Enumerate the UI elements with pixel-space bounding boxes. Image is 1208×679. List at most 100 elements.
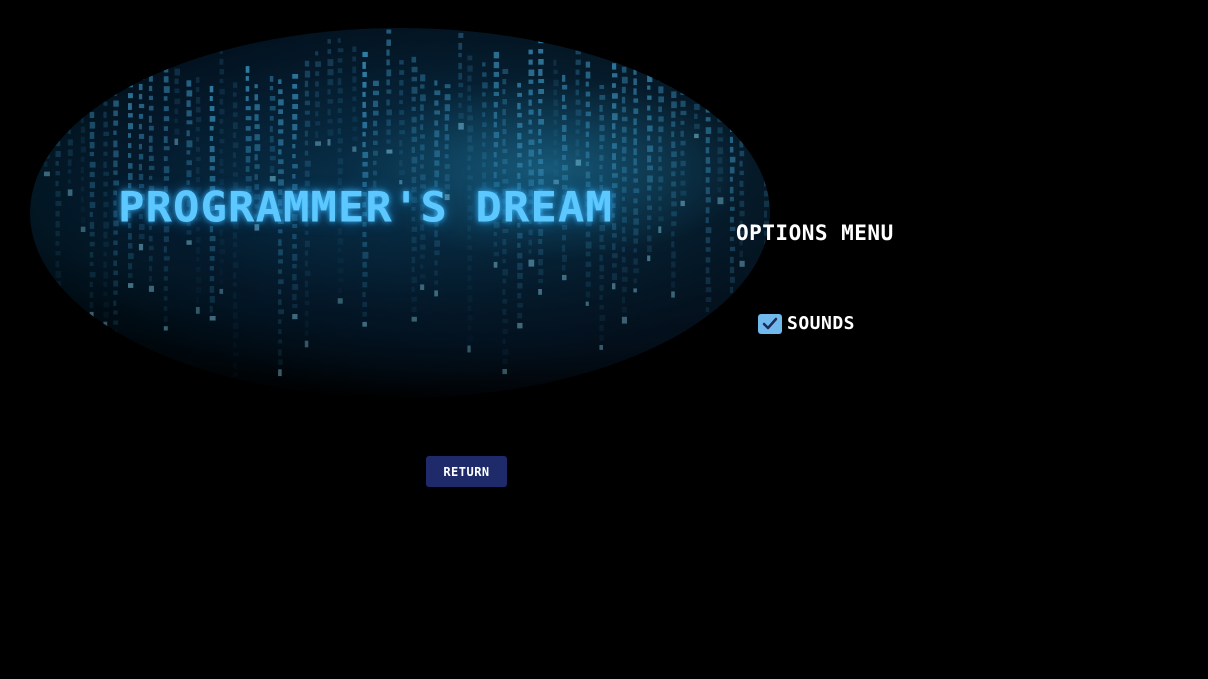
code-rain-glyph <box>729 236 734 242</box>
code-rain-glyph <box>89 151 94 157</box>
code-rain-glyph <box>621 216 627 223</box>
code-rain-glyph <box>739 70 745 76</box>
code-rain-glyph <box>113 130 117 135</box>
sounds-option[interactable]: SOUNDS <box>758 313 855 334</box>
code-rain-glyph <box>209 176 216 182</box>
code-rain-glyph <box>362 151 369 158</box>
code-rain-glyph <box>89 101 96 108</box>
code-rain-glyph <box>585 301 589 306</box>
code-rain-glyph <box>327 79 334 86</box>
sounds-checkbox[interactable] <box>758 313 782 334</box>
code-rain-glyph <box>44 141 48 146</box>
code-rain-glyph <box>113 300 117 306</box>
code-rain-glyph <box>502 119 506 126</box>
code-rain-glyph <box>562 114 567 121</box>
code-rain-glyph <box>444 144 449 150</box>
code-rain-glyph <box>278 359 283 365</box>
code-rain-glyph <box>399 160 403 167</box>
code-rain-glyph <box>411 286 415 292</box>
code-rain-glyph <box>67 59 71 65</box>
code-rain-glyph <box>67 119 74 125</box>
code-rain-glyph <box>717 127 723 134</box>
code-rain-glyph <box>89 161 96 168</box>
code-rain-glyph <box>278 289 282 295</box>
code-rain-glyph <box>599 325 604 332</box>
code-rain-glyph <box>103 171 109 176</box>
code-rain-glyph <box>195 147 201 152</box>
code-rain-glyph <box>729 256 734 264</box>
code-rain-glyph <box>411 106 416 111</box>
code-rain-glyph <box>304 140 309 146</box>
code-rain-glyph <box>621 256 626 263</box>
code-rain-glyph <box>633 188 640 194</box>
code-rain-glyph <box>292 294 297 301</box>
code-rain-glyph <box>694 53 698 60</box>
code-rain-glyph <box>103 181 108 187</box>
code-rain-glyph <box>195 77 200 83</box>
code-rain-glyph <box>163 136 168 143</box>
code-rain-glyph <box>292 284 299 290</box>
code-rain-glyph <box>671 121 676 127</box>
return-button[interactable]: RETURN <box>426 456 507 487</box>
code-rain-glyph <box>269 166 275 173</box>
code-rain-glyph <box>209 146 215 153</box>
code-rain-glyph <box>209 136 214 141</box>
code-rain-glyph <box>269 126 273 132</box>
code-rain-glyph <box>292 234 297 240</box>
code-rain-glyph <box>304 160 311 167</box>
code-rain-glyph <box>647 155 652 163</box>
code-rain-glyph <box>138 73 145 80</box>
code-rain-glyph <box>575 29 582 37</box>
code-rain-glyph <box>458 92 463 98</box>
code-rain-glyph <box>55 81 61 86</box>
code-rain-glyph <box>278 119 284 126</box>
code-rain-glyph <box>386 149 393 154</box>
code-rain-glyph <box>753 41 757 47</box>
code-rain-glyph <box>528 89 533 96</box>
code-rain-glyph <box>729 96 735 104</box>
code-rain-glyph <box>254 94 258 101</box>
code-rain-glyph <box>671 111 676 118</box>
code-rain-glyph <box>113 240 118 245</box>
code-rain-glyph <box>292 74 299 79</box>
code-rain-glyph <box>304 170 310 177</box>
code-rain-glyph <box>538 289 542 295</box>
code-rain-glyph <box>528 109 534 115</box>
code-rain-glyph <box>562 244 566 252</box>
code-rain-glyph <box>493 231 497 236</box>
code-rain-glyph <box>113 260 117 267</box>
code-rain-glyph <box>163 96 168 101</box>
code-rain-glyph <box>585 171 591 179</box>
code-rain-glyph <box>103 121 108 128</box>
code-rain-glyph <box>44 111 49 117</box>
code-rain-glyph <box>278 139 284 146</box>
code-rain-glyph <box>186 80 192 87</box>
code-rain-glyph <box>502 289 506 295</box>
code-rain-glyph <box>362 261 367 268</box>
code-rain-glyph <box>148 255 153 262</box>
code-rain-glyph <box>315 81 319 87</box>
code-rain-glyph <box>232 92 237 97</box>
code-rain-glyph <box>633 208 638 215</box>
code-rain-glyph <box>705 207 710 214</box>
code-rain-glyph <box>327 89 331 95</box>
code-rain-glyph <box>633 278 638 284</box>
code-rain-glyph <box>103 231 108 239</box>
code-rain-glyph <box>562 154 566 160</box>
code-rain-glyph <box>55 171 60 176</box>
code-rain-glyph <box>103 281 108 287</box>
code-rain-glyph <box>538 89 544 94</box>
code-rain-glyph <box>186 150 191 155</box>
code-rain-glyph <box>113 250 118 256</box>
code-rain-glyph <box>647 245 652 252</box>
code-rain-glyph <box>717 177 723 182</box>
code-rain-glyph <box>232 382 236 388</box>
code-rain-glyph <box>278 369 282 377</box>
code-rain-glyph <box>517 92 522 97</box>
code-rain-glyph <box>89 291 94 298</box>
code-rain-glyph <box>174 128 180 135</box>
code-rain-glyph <box>232 172 238 177</box>
code-rain-glyph <box>467 165 471 171</box>
code-rain-glyph <box>138 53 143 60</box>
code-rain-glyph <box>55 221 60 228</box>
